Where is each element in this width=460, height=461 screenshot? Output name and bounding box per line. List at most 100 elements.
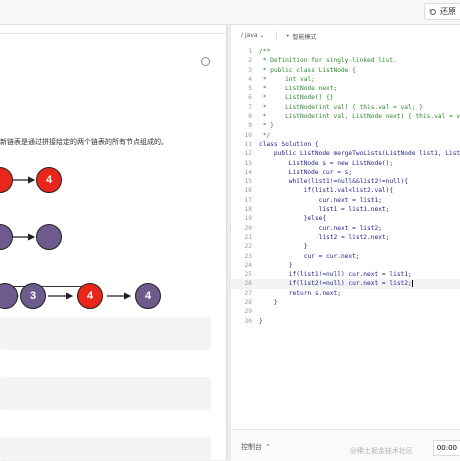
code-line[interactable]: 9 * } [231, 121, 460, 130]
line-number: 4 [248, 75, 252, 83]
line-number: 25 [244, 271, 252, 279]
line-number: 2 [248, 57, 252, 65]
code-text: } [259, 243, 308, 251]
code-text: * } [259, 122, 274, 130]
result-node: 4 [135, 283, 161, 309]
line-number: 24 [244, 261, 252, 269]
code-text: if(list1!=null) cur.next = list1; [259, 271, 412, 279]
result-node: 4 [77, 283, 103, 309]
smart-mode-toggle[interactable]: • 智能模式 [286, 32, 317, 41]
restore-label: 还原 [440, 7, 456, 16]
line-number: 29 [244, 308, 252, 316]
line-number: 3 [248, 66, 252, 74]
console-toggle[interactable]: 控制台 ⌃ [241, 442, 271, 452]
code-line[interactable]: 25 if(list1!=null) cur.next = list1; [231, 270, 460, 279]
line-number: 17 [244, 196, 252, 204]
code-text: } [259, 261, 293, 269]
code-text: /** [259, 48, 271, 55]
line-number: 21 [244, 233, 252, 241]
code-text: if(list1.val<list2.val){ [259, 187, 394, 195]
code-text: } [259, 317, 263, 325]
line-number: 30 [244, 317, 252, 325]
code-line[interactable]: 10 */ [231, 131, 460, 140]
result-node: 3 [20, 283, 46, 309]
code-text: cur = cur.next; [259, 252, 360, 260]
code-text: } [259, 299, 278, 307]
code-text: if(list2!=null) cur.next = list2; [259, 279, 413, 288]
code-line[interactable]: 28 } [231, 298, 460, 307]
code-line[interactable]: 20 cur.next = list2; [231, 224, 460, 233]
code-editor[interactable]: / Java ⌄ • 智能模式 1 /** 2 * Definition for si… [231, 25, 460, 429]
line-number: 18 [244, 206, 252, 214]
code-text: while(list1!=null&&list2!=null){ [259, 178, 409, 186]
code-text: * ListNode next; [259, 85, 338, 93]
code-line[interactable]: 27 return s.next; [231, 289, 460, 298]
line-number: 16 [244, 187, 252, 195]
watermark: @稀土掘金技术社区 [350, 447, 413, 455]
line-number: 6 [248, 94, 252, 102]
code-line[interactable]: 2 * Definition for singly-linked list. [231, 56, 460, 65]
code-line[interactable]: 13 ListNode s = new ListNode(); [231, 159, 460, 168]
code-line[interactable]: 30} [231, 317, 460, 326]
timer[interactable]: 00:00 [432, 440, 460, 456]
restore-icon [429, 8, 436, 15]
code-text: class Solution { [259, 140, 319, 148]
code-line[interactable]: 14 ListNode cur = s; [231, 168, 460, 177]
code-line[interactable]: 21 list2 = list2.next; [231, 233, 460, 242]
code-line[interactable]: 6 * ListNode() {} [231, 93, 460, 102]
code-line[interactable]: 29 [231, 307, 460, 316]
language-select[interactable]: / Java ⌄ [241, 32, 265, 39]
code-line[interactable]: 4 * int val; [231, 75, 460, 84]
linked-list-arrows [0, 176, 132, 300]
code-text: * int val; [259, 75, 315, 83]
example-box [0, 317, 211, 350]
line-number: 26 [244, 280, 252, 288]
code-line[interactable]: 1 /** [231, 47, 460, 56]
code-line[interactable]: 15 while(list1!=null&&list2!=null){ [231, 177, 460, 186]
line-number: 9 [248, 122, 252, 130]
list1-node: 4 [36, 167, 62, 193]
code-line[interactable]: 18 list1 = list1.next; [231, 205, 460, 214]
code-line[interactable]: 22 } [231, 242, 460, 251]
code-text: */ [259, 131, 271, 139]
code-text: }else{ [259, 215, 327, 223]
code-text: * ListNode(int val) { this.val = val; } [259, 103, 423, 111]
restore-layout-button[interactable]: 还原 [424, 3, 460, 20]
line-number: 11 [244, 140, 252, 148]
code-line[interactable]: 16 if(list1.val<list2.val){ [231, 186, 460, 195]
line-number: 1 [248, 48, 252, 55]
bottom-bar: 控制台 ⌃ 00:00 [231, 429, 460, 461]
code-line[interactable]: 23 cur = cur.next; [231, 252, 460, 261]
code-text: * ListNode() {} [259, 94, 334, 102]
code-line[interactable]: 17 cur.next = list1; [231, 196, 460, 205]
list2-node [36, 224, 62, 250]
line-number: 22 [244, 243, 252, 251]
line-number: 14 [244, 168, 252, 176]
smart-mode-label: 智能模式 [292, 34, 317, 41]
problem-panel: 新链表是通过拼接给定的两个链表的所有节点组成的。 4 3 4 4 [0, 25, 226, 460]
code-text: ListNode cur = s; [259, 168, 353, 176]
code-line[interactable]: 19 }else{ [231, 214, 460, 223]
code-text: cur.next = list2; [259, 224, 382, 232]
code-line[interactable]: 26 if(list2!=null) cur.next = list2; [231, 279, 460, 289]
line-number: 15 [244, 178, 252, 186]
line-number: 7 [248, 103, 252, 111]
code-area[interactable]: 1 /** 2 * Definition for singly-linked lis… [231, 47, 460, 326]
line-number: 8 [248, 113, 252, 121]
code-line[interactable]: 5 * ListNode next; [231, 84, 460, 93]
code-text: return s.next; [259, 289, 341, 297]
line-number: 20 [244, 224, 252, 232]
code-line[interactable]: 11 class Solution { [231, 140, 460, 149]
code-text: public ListNode mergeTwoLists(ListNode l… [273, 150, 460, 158]
code-line[interactable]: 7 * ListNode(int val) { this.val = val; … [231, 103, 460, 112]
code-line[interactable]: 3 * public class ListNode { [231, 66, 460, 75]
line-number: 5 [248, 85, 252, 93]
line-number: 27 [244, 289, 252, 297]
code-line[interactable]: 24 } [231, 261, 460, 270]
console-label: 控制台 [241, 443, 262, 451]
code-line[interactable]: 8 * ListNode(int val, ListNode next) { t… [231, 112, 460, 121]
code-line[interactable]: 12 public ListNode mergeTwoLists(ListNod… [231, 149, 460, 158]
line-number: 10 [244, 131, 252, 139]
code-text: list2 = list2.next; [259, 233, 390, 241]
code-text: * public class ListNode { [259, 66, 356, 74]
